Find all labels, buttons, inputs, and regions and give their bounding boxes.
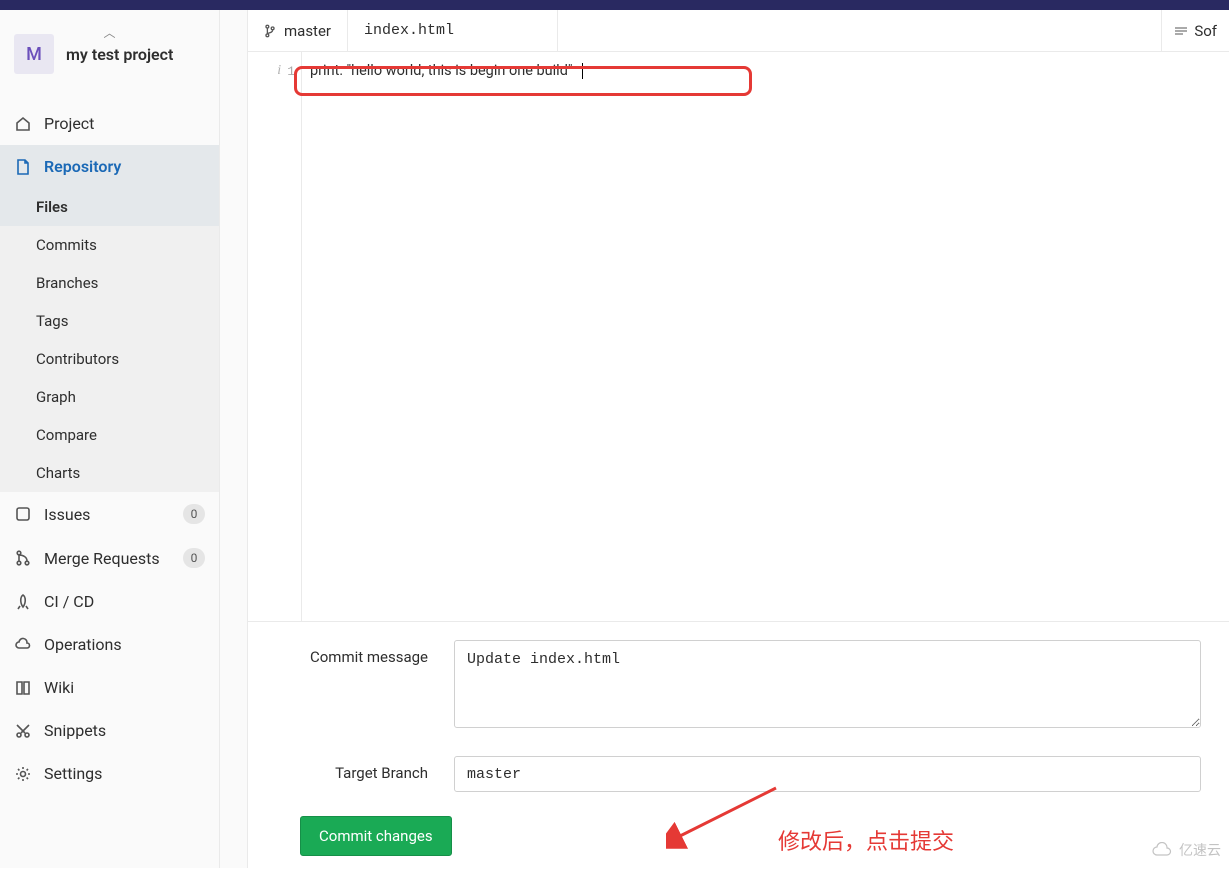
wrap-label: Sof [1194,22,1217,40]
line-number: 1 [287,64,295,79]
sub-tags[interactable]: Tags [0,302,219,340]
wrap-toggle[interactable]: Sof [1161,10,1229,51]
info-icon: i [277,63,281,79]
book-icon [14,679,32,697]
home-icon [14,115,32,133]
nav-label: Operations [44,635,122,654]
merge-count: 0 [183,548,205,568]
nav-wiki[interactable]: Wiki [0,666,219,709]
scissors-icon [14,722,32,740]
nav-label: Settings [44,764,102,783]
issues-icon [14,505,32,523]
branch-selector[interactable]: master [248,10,348,51]
commit-form: Commit message Update index.html Target … [248,622,1229,874]
annotation-text: 修改后，点击提交 [778,824,954,856]
sub-compare[interactable]: Compare [0,416,219,454]
chevron-up-icon: ︿ [103,24,115,41]
nav-label: Issues [44,505,90,524]
nav-project[interactable]: Project [0,102,219,145]
code-editor[interactable]: i 1 print: "hello world, this is begin o… [248,52,1229,622]
top-strip [0,0,1229,10]
cloud-icon [14,636,32,654]
sub-files[interactable]: Files [0,188,219,226]
nav-label: Project [44,114,94,133]
project-avatar: M [14,34,54,74]
sub-commits[interactable]: Commits [0,226,219,264]
nav-label: Wiki [44,678,74,697]
commit-message-label: Commit message [276,640,454,666]
target-branch-input[interactable] [454,756,1201,792]
sidebar: ︿ M my test project Project Repository F… [0,10,220,868]
nav-snippets[interactable]: Snippets [0,709,219,752]
line-gutter: i 1 [248,52,302,621]
code-line-1[interactable]: print: "hello world, this is begin one b… [302,60,1229,82]
nav-repository[interactable]: Repository [0,145,219,188]
commit-message-input[interactable]: Update index.html [454,640,1201,728]
commit-changes-button[interactable]: Commit changes [300,816,452,856]
project-header[interactable]: M my test project [0,10,219,92]
wrap-icon [1174,26,1188,36]
nav-merge-requests[interactable]: Merge Requests 0 [0,536,219,580]
branch-name: master [284,22,331,40]
nav-label: CI / CD [44,592,94,611]
branch-icon [264,24,276,38]
nav-issues[interactable]: Issues 0 [0,492,219,536]
nav-label: Snippets [44,721,106,740]
file-header: master index.html Sof [248,10,1229,52]
filename-display[interactable]: index.html [348,10,558,51]
code-area[interactable]: print: "hello world, this is begin one b… [302,52,1229,621]
repo-subitems: Files Commits Branches Tags Contributors… [0,188,219,492]
main-content: master index.html Sof i 1 print: [248,10,1229,868]
watermark: 亿速云 [1151,840,1221,860]
nav-label: Repository [44,157,121,176]
sub-contributors[interactable]: Contributors [0,340,219,378]
nav-settings[interactable]: Settings [0,752,219,795]
gear-icon [14,765,32,783]
project-title: my test project [66,45,173,64]
target-branch-label: Target Branch [276,756,454,782]
issues-count: 0 [183,504,205,524]
watermark-text: 亿速云 [1179,840,1221,860]
rocket-icon [14,593,32,611]
sub-charts[interactable]: Charts [0,454,219,492]
resize-handle[interactable] [220,10,248,868]
nav-label: Merge Requests [44,549,160,568]
nav-operations[interactable]: Operations [0,623,219,666]
file-icon [14,158,32,176]
merge-icon [14,549,32,567]
code-text: print: "hello world, this is begin one b… [310,62,573,79]
sub-branches[interactable]: Branches [0,264,219,302]
cloud-logo-icon [1151,842,1175,858]
sub-graph[interactable]: Graph [0,378,219,416]
nav-cicd[interactable]: CI / CD [0,580,219,623]
